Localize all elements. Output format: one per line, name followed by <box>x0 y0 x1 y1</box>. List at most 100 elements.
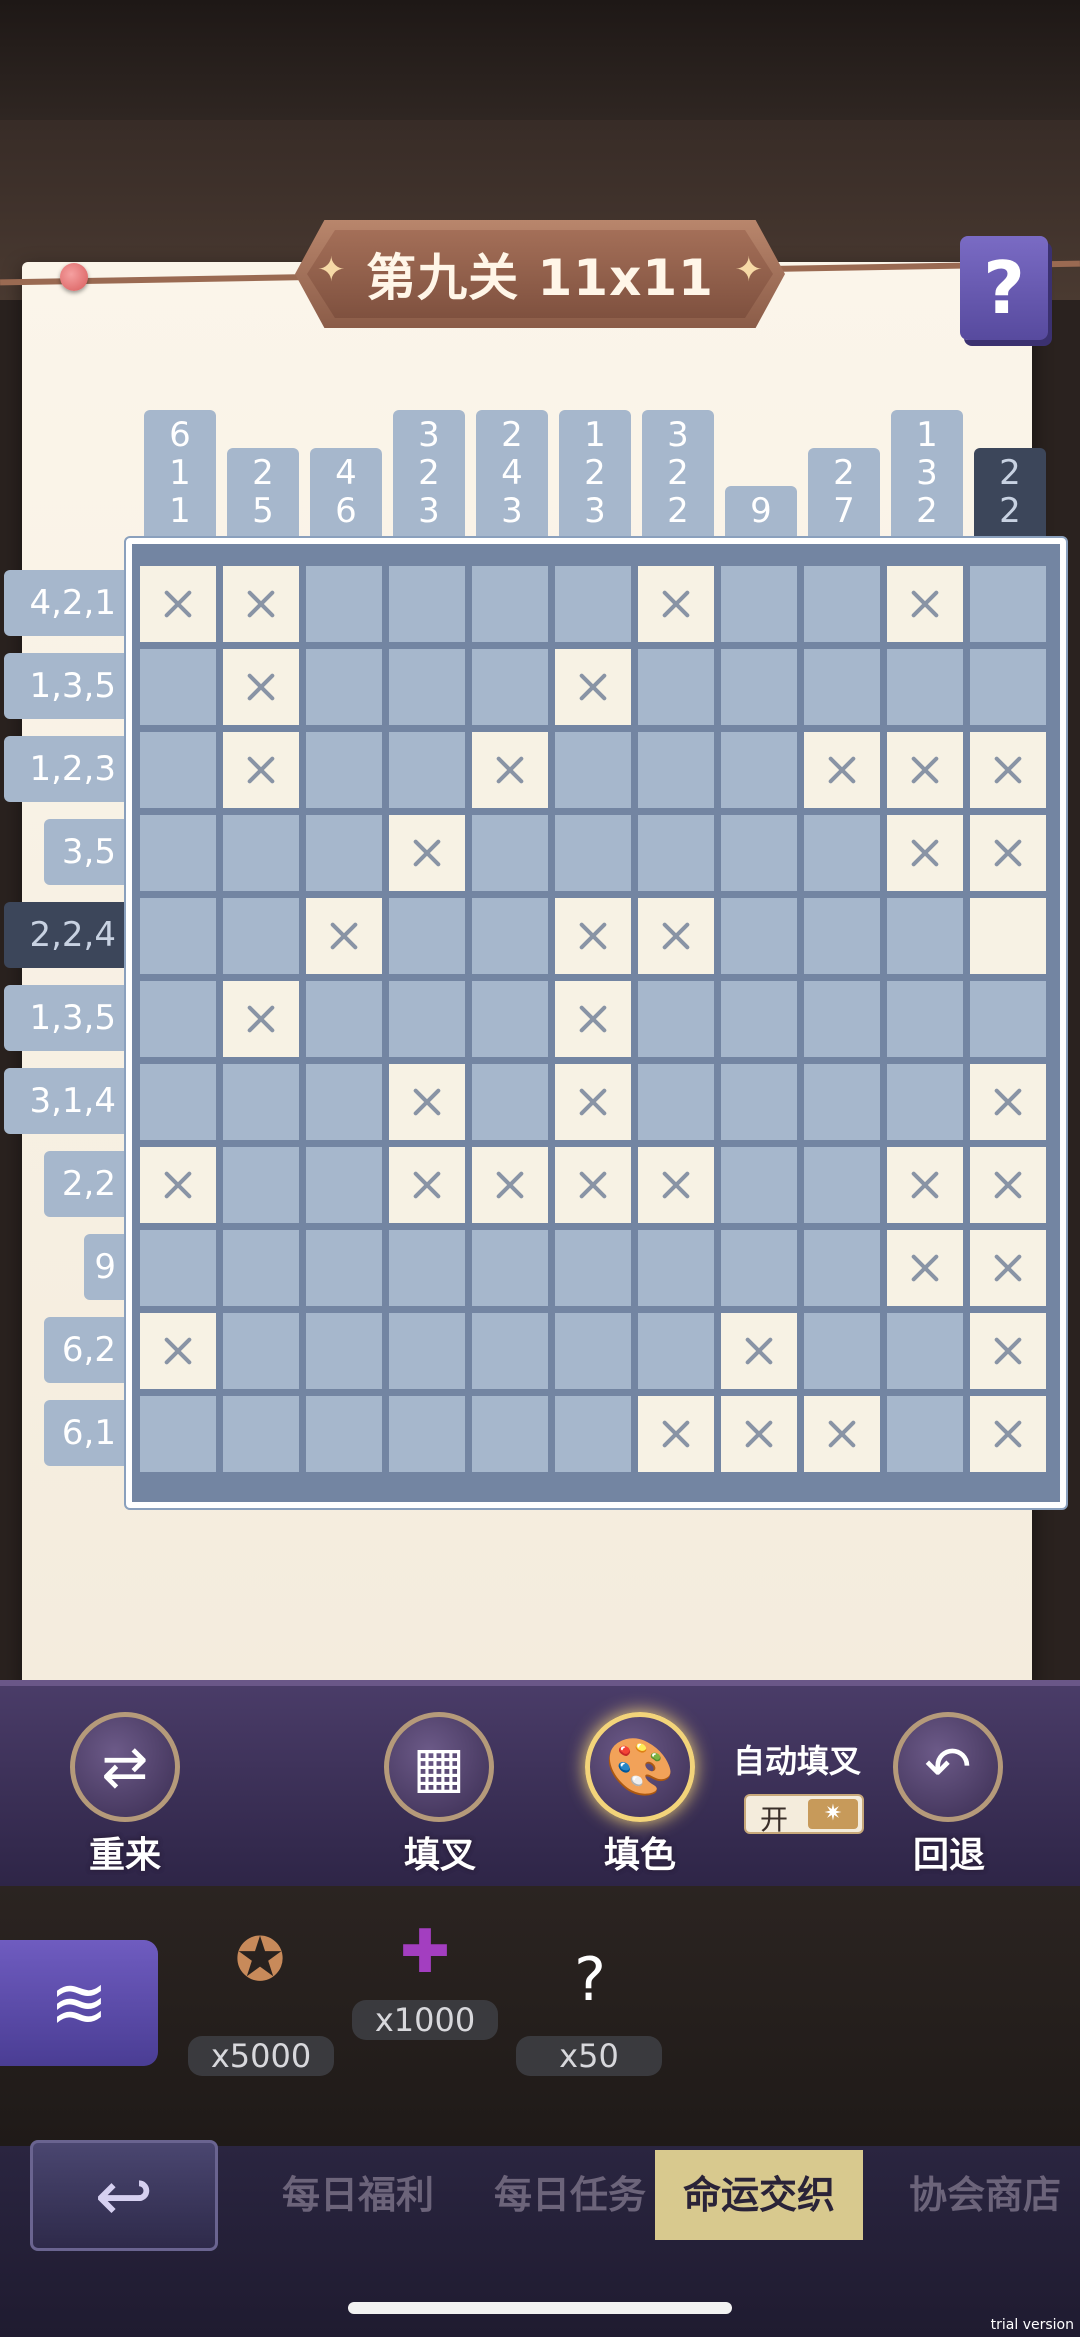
grid-cell[interactable] <box>804 815 880 891</box>
grid-cell[interactable] <box>223 1230 299 1306</box>
restart-button[interactable]: ⇄ <box>70 1712 180 1822</box>
grid-cell[interactable] <box>555 815 631 891</box>
grid-cell[interactable] <box>306 1230 382 1306</box>
grid-cell[interactable] <box>804 649 880 725</box>
grid-cell[interactable] <box>306 649 382 725</box>
crossed-cell[interactable] <box>970 1313 1046 1389</box>
grid-cell[interactable] <box>472 981 548 1057</box>
grid-cell[interactable] <box>389 1313 465 1389</box>
crossed-cell[interactable] <box>887 1147 963 1223</box>
grid-cell[interactable] <box>804 1064 880 1140</box>
grid-cell[interactable] <box>970 566 1046 642</box>
grid-cell[interactable] <box>472 815 548 891</box>
grid-cell[interactable] <box>223 1064 299 1140</box>
crossed-cell[interactable] <box>638 898 714 974</box>
grid-cell[interactable] <box>472 1313 548 1389</box>
crossed-cell[interactable] <box>140 1313 216 1389</box>
crossed-cell[interactable] <box>887 815 963 891</box>
wave-flag-icon[interactable]: ≋ <box>0 1940 158 2066</box>
grid-cell[interactable] <box>140 732 216 808</box>
grid-cell[interactable] <box>721 1230 797 1306</box>
grid-cell[interactable] <box>638 1064 714 1140</box>
nav-back-button[interactable]: ↩ <box>30 2140 218 2251</box>
grid-cell[interactable] <box>555 1313 631 1389</box>
grid-cell[interactable] <box>140 898 216 974</box>
crossed-cell[interactable] <box>970 815 1046 891</box>
fill-color-button[interactable]: 🎨 <box>585 1712 695 1822</box>
grid-cell[interactable] <box>721 1147 797 1223</box>
crossed-cell[interactable] <box>472 1147 548 1223</box>
grid-cell[interactable] <box>472 1230 548 1306</box>
tab-daily-tasks[interactable]: 每日任务 <box>480 2150 660 2240</box>
crossed-cell[interactable] <box>970 1230 1046 1306</box>
grid-cell[interactable] <box>638 1313 714 1389</box>
crossed-cell[interactable] <box>638 566 714 642</box>
crossed-cell[interactable] <box>555 898 631 974</box>
grid-cell[interactable] <box>721 898 797 974</box>
grid-cell[interactable] <box>721 649 797 725</box>
grid-cell[interactable] <box>306 1147 382 1223</box>
crossed-cell[interactable] <box>804 732 880 808</box>
grid-cell[interactable] <box>804 981 880 1057</box>
grid-cell[interactable] <box>306 1313 382 1389</box>
grid-cell[interactable] <box>223 1147 299 1223</box>
grid-cell[interactable] <box>306 566 382 642</box>
crossed-cell[interactable] <box>721 1313 797 1389</box>
grid-cell[interactable] <box>970 649 1046 725</box>
grid-cell[interactable] <box>555 1396 631 1472</box>
tab-guild-shop[interactable]: 协会商店 <box>895 2150 1075 2240</box>
grid-cell[interactable] <box>472 649 548 725</box>
grid-cell[interactable] <box>638 649 714 725</box>
grid-cell[interactable] <box>804 1230 880 1306</box>
grid-cell[interactable] <box>887 1064 963 1140</box>
grid-cell[interactable] <box>223 898 299 974</box>
grid-cell[interactable] <box>140 815 216 891</box>
tab-daily-welfare[interactable]: 每日福利 <box>268 2150 448 2240</box>
crossed-cell[interactable] <box>140 566 216 642</box>
crossed-cell[interactable] <box>555 1147 631 1223</box>
grid-cell[interactable] <box>555 732 631 808</box>
crossed-cell[interactable] <box>472 732 548 808</box>
grid-cell[interactable] <box>887 981 963 1057</box>
help-button[interactable]: ? <box>960 236 1048 340</box>
crossed-cell[interactable] <box>306 898 382 974</box>
grid-cell[interactable] <box>721 1064 797 1140</box>
grid-cell[interactable] <box>140 1064 216 1140</box>
grid-cell[interactable] <box>887 649 963 725</box>
grid-cell[interactable] <box>306 732 382 808</box>
grid-cell[interactable] <box>638 981 714 1057</box>
grid-cell[interactable] <box>721 981 797 1057</box>
crossed-cell[interactable] <box>721 1396 797 1472</box>
grid-cell[interactable] <box>638 815 714 891</box>
crossed-cell[interactable] <box>223 732 299 808</box>
crossed-cell[interactable] <box>140 1147 216 1223</box>
grid-cell[interactable] <box>555 566 631 642</box>
crossed-cell[interactable] <box>389 815 465 891</box>
crossed-cell[interactable] <box>223 649 299 725</box>
crossed-cell[interactable] <box>887 566 963 642</box>
home-indicator[interactable] <box>348 2302 732 2314</box>
grid-cell[interactable] <box>140 1396 216 1472</box>
grid-cell[interactable] <box>389 649 465 725</box>
grid-cell[interactable] <box>472 566 548 642</box>
grid-cell[interactable] <box>804 1147 880 1223</box>
grid-cell[interactable] <box>140 981 216 1057</box>
grid-cell[interactable] <box>223 815 299 891</box>
grid-cell[interactable] <box>804 1313 880 1389</box>
crossed-cell[interactable] <box>555 649 631 725</box>
grid-cell[interactable] <box>472 898 548 974</box>
crossed-cell[interactable] <box>970 732 1046 808</box>
grid-cell[interactable] <box>721 566 797 642</box>
grid-cell[interactable] <box>223 1396 299 1472</box>
grid-cell[interactable] <box>887 898 963 974</box>
crossed-cell[interactable] <box>970 1064 1046 1140</box>
grid-cell[interactable] <box>638 1230 714 1306</box>
crossed-cell[interactable] <box>389 1147 465 1223</box>
crossed-cell[interactable] <box>638 1147 714 1223</box>
grid-cell[interactable] <box>389 1230 465 1306</box>
crossed-cell[interactable] <box>389 1064 465 1140</box>
grid-cell[interactable] <box>140 1230 216 1306</box>
grid-cell[interactable] <box>140 649 216 725</box>
tab-fate-weave[interactable]: 命运交织 <box>655 2150 863 2240</box>
grid-cell[interactable] <box>555 1230 631 1306</box>
